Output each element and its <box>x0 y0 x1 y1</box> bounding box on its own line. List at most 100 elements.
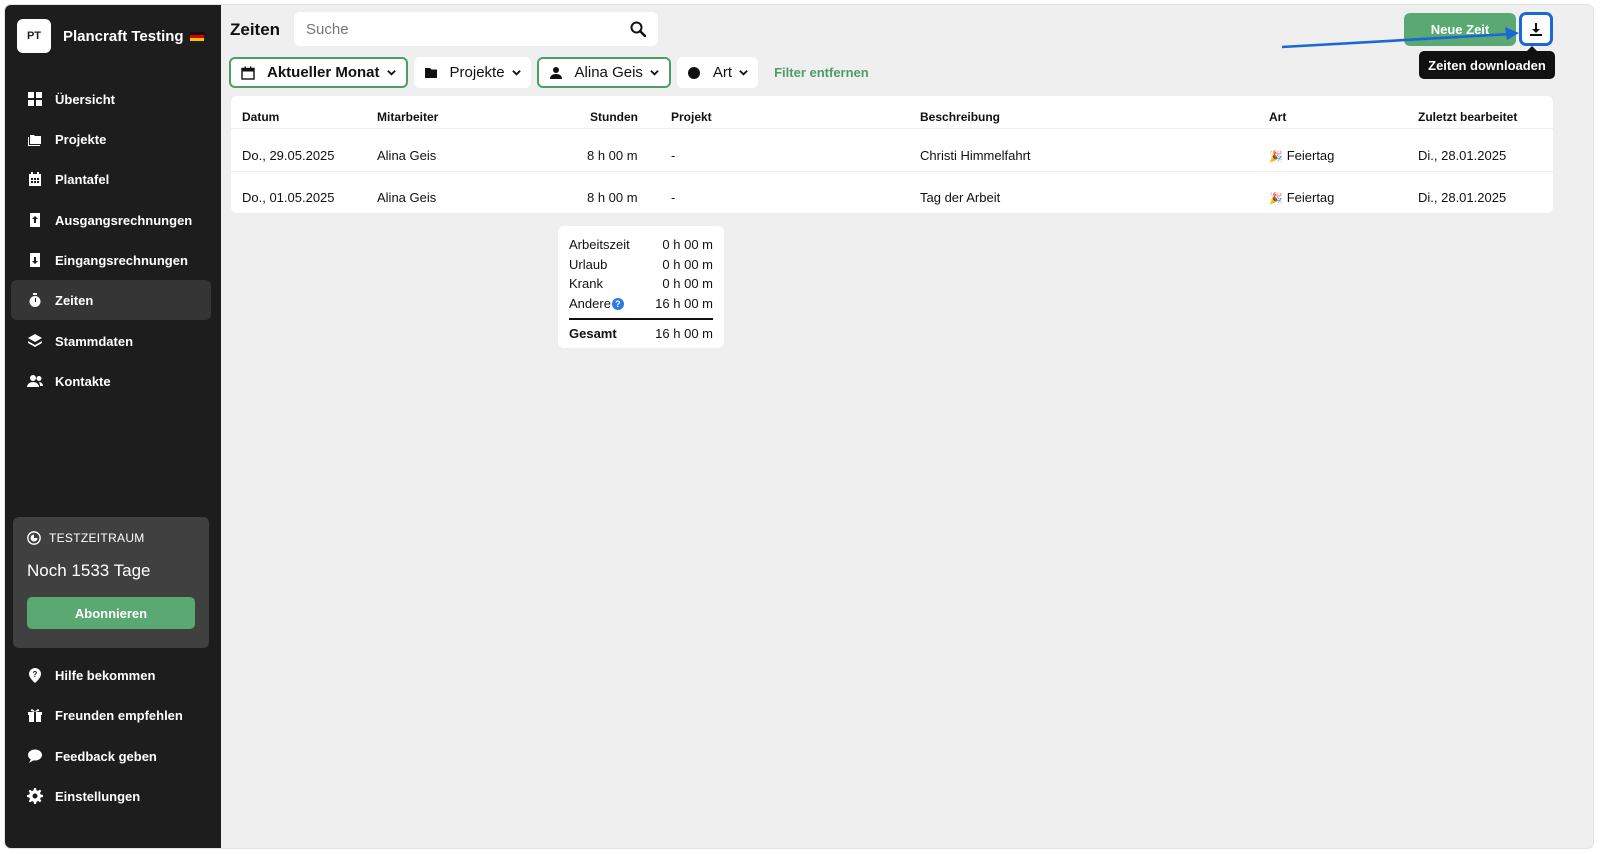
cell-edited: Di., 28.01.2025 <box>1418 190 1507 205</box>
row-divider <box>231 171 1553 172</box>
sidebar-item-label: Kontakte <box>55 373 111 389</box>
party-popper-icon: 🎉 <box>1269 151 1283 163</box>
invoice-out-icon <box>27 212 43 228</box>
search-input[interactable] <box>306 20 630 38</box>
clock-icon <box>27 531 41 545</box>
chevron-down-icon <box>511 70 521 76</box>
brand[interactable]: PT Plancraft Testing <box>17 19 204 53</box>
sidebar-item-label: Einstellungen <box>55 788 141 804</box>
sidebar-item-hilfe[interactable]: ? Hilfe bekommen <box>11 655 211 695</box>
subscribe-button[interactable]: Abonnieren <box>27 597 195 629</box>
cell-employee: Alina Geis <box>377 148 437 163</box>
sidebar-item-label: Stammdaten <box>55 333 134 349</box>
column-header-art[interactable]: Art <box>1269 110 1286 124</box>
sidebar-item-projekte[interactable]: Projekte <box>11 119 211 159</box>
cell-type: Feiertag <box>1286 190 1335 205</box>
sidebar-item-eingangsrechnungen[interactable]: Eingangsrechnungen <box>11 240 211 280</box>
summary-divider <box>569 318 713 320</box>
sidebar-item-label: Zeiten <box>55 292 94 308</box>
app-window: PT Plancraft Testing Übersicht Projekte … <box>5 5 1593 848</box>
sidebar-item-label: Übersicht <box>55 91 115 107</box>
column-header-zuletzt-bearbeitet[interactable]: Zuletzt bearbeitet <box>1418 110 1517 124</box>
cell-hours: 8 h 00 m <box>587 190 638 205</box>
trial-heading: TESTZEITRAUM <box>49 531 145 545</box>
sidebar-item-ausgangsrechnungen[interactable]: Ausgangsrechnungen <box>11 200 211 240</box>
hours-summary: Arbeitszeit 0 h 00 m Urlaub 0 h 00 m Krank… <box>558 226 724 348</box>
chevron-down-icon <box>386 70 396 76</box>
sidebar-item-label: Projekte <box>55 131 107 147</box>
sidebar-item-label: Freunden empfehlen <box>55 707 183 723</box>
help-icon[interactable]: ? <box>611 298 624 311</box>
summary-row: Krank 0 h 00 m <box>569 276 713 292</box>
column-header-beschreibung[interactable]: Beschreibung <box>920 110 1000 124</box>
sidebar-item-label: Plantafel <box>55 171 110 187</box>
chevron-down-icon <box>650 70 659 76</box>
type-filter-label: Art <box>712 64 733 81</box>
trial-days-remaining: Noch 1533 Tage <box>27 561 151 580</box>
german-flag-icon <box>189 31 204 41</box>
row-divider <box>231 128 1553 129</box>
help-pin-icon: ? <box>27 667 43 683</box>
cell-description: Christi Himmelfahrt <box>920 148 1031 163</box>
trial-panel: TESTZEITRAUM Noch 1533 Tage Abonnieren <box>13 517 209 648</box>
sidebar-item-empfehlen[interactable]: Freunden empfehlen <box>11 695 211 735</box>
sidebar-item-feedback[interactable]: Feedback geben <box>11 736 211 776</box>
sidebar-item-label: Ausgangsrechnungen <box>55 212 193 228</box>
main-content: Zeiten Neue Zeit Zeiten downloaden Aktue… <box>221 5 1593 848</box>
employee-filter-label: Alina Geis <box>574 64 643 81</box>
folders-icon <box>27 131 43 147</box>
column-header-datum[interactable]: Datum <box>242 110 279 124</box>
period-filter[interactable]: Aktueller Monat <box>229 57 408 88</box>
chevron-down-icon <box>739 70 748 76</box>
filter-bar: Aktueller Monat Projekte Alina Geis Art … <box>229 57 869 88</box>
cell-date: Do., 01.05.2025 <box>242 190 335 205</box>
grid-icon <box>27 91 43 107</box>
sidebar-item-einstellungen[interactable]: Einstellungen <box>11 776 211 816</box>
project-filter-label: Projekte <box>449 64 505 81</box>
employee-filter[interactable]: Alina Geis <box>536 57 671 88</box>
page-title: Zeiten <box>230 20 281 39</box>
cell-date: Do., 29.05.2025 <box>242 148 335 163</box>
circle-icon <box>687 66 700 79</box>
cell-description: Tag der Arbeit <box>920 190 1001 205</box>
party-popper-icon: 🎉 <box>1269 193 1283 205</box>
summary-total: Gesamt 16 h 00 m <box>569 326 713 342</box>
brand-logo: PT <box>17 19 51 53</box>
folder-icon <box>424 67 437 78</box>
sidebar-item-uebersicht[interactable]: Übersicht <box>11 79 211 119</box>
layers-icon <box>27 333 43 349</box>
summary-row: Urlaub 0 h 00 m <box>569 256 713 272</box>
chat-icon <box>27 748 43 764</box>
search-icon[interactable] <box>630 21 646 37</box>
svg-text:?: ? <box>33 670 38 679</box>
gift-icon <box>27 707 43 723</box>
sidebar-item-stammdaten[interactable]: Stammdaten <box>11 321 211 361</box>
column-header-projekt[interactable]: Projekt <box>671 110 712 124</box>
column-header-mitarbeiter[interactable]: Mitarbeiter <box>377 110 438 124</box>
sidebar-item-kontakte[interactable]: Kontakte <box>11 361 211 401</box>
search-box[interactable] <box>294 12 658 46</box>
summary-row: Arbeitszeit 0 h 00 m <box>569 237 713 253</box>
sidebar-item-label: Hilfe bekommen <box>55 667 156 683</box>
calendar-icon <box>241 66 255 80</box>
gear-icon <box>27 788 43 804</box>
summary-row: Andere? 16 h 00 m <box>569 295 713 311</box>
sidebar-item-plantafel[interactable]: Plantafel <box>11 159 211 199</box>
download-tooltip: Zeiten downloaden <box>1419 46 1555 79</box>
cell-project: - <box>671 148 676 163</box>
download-icon <box>1530 23 1542 36</box>
sidebar: PT Plancraft Testing Übersicht Projekte … <box>5 5 221 848</box>
calendar-icon <box>27 171 43 187</box>
cell-hours: 8 h 00 m <box>587 148 638 163</box>
sidebar-item-zeiten[interactable]: Zeiten <box>11 280 211 320</box>
column-header-stunden[interactable]: Stunden <box>590 110 638 124</box>
sidebar-item-label: Feedback geben <box>55 748 157 764</box>
project-filter[interactable]: Projekte <box>413 57 531 88</box>
cell-employee: Alina Geis <box>377 190 437 205</box>
period-filter-label: Aktueller Monat <box>267 64 380 81</box>
users-icon <box>27 373 43 389</box>
clear-filters-link[interactable]: Filter entfernen <box>774 65 869 80</box>
annotation-arrow <box>1281 27 1519 49</box>
type-filter[interactable]: Art <box>676 57 759 88</box>
sidebar-item-label: Eingangsrechnungen <box>55 252 188 268</box>
